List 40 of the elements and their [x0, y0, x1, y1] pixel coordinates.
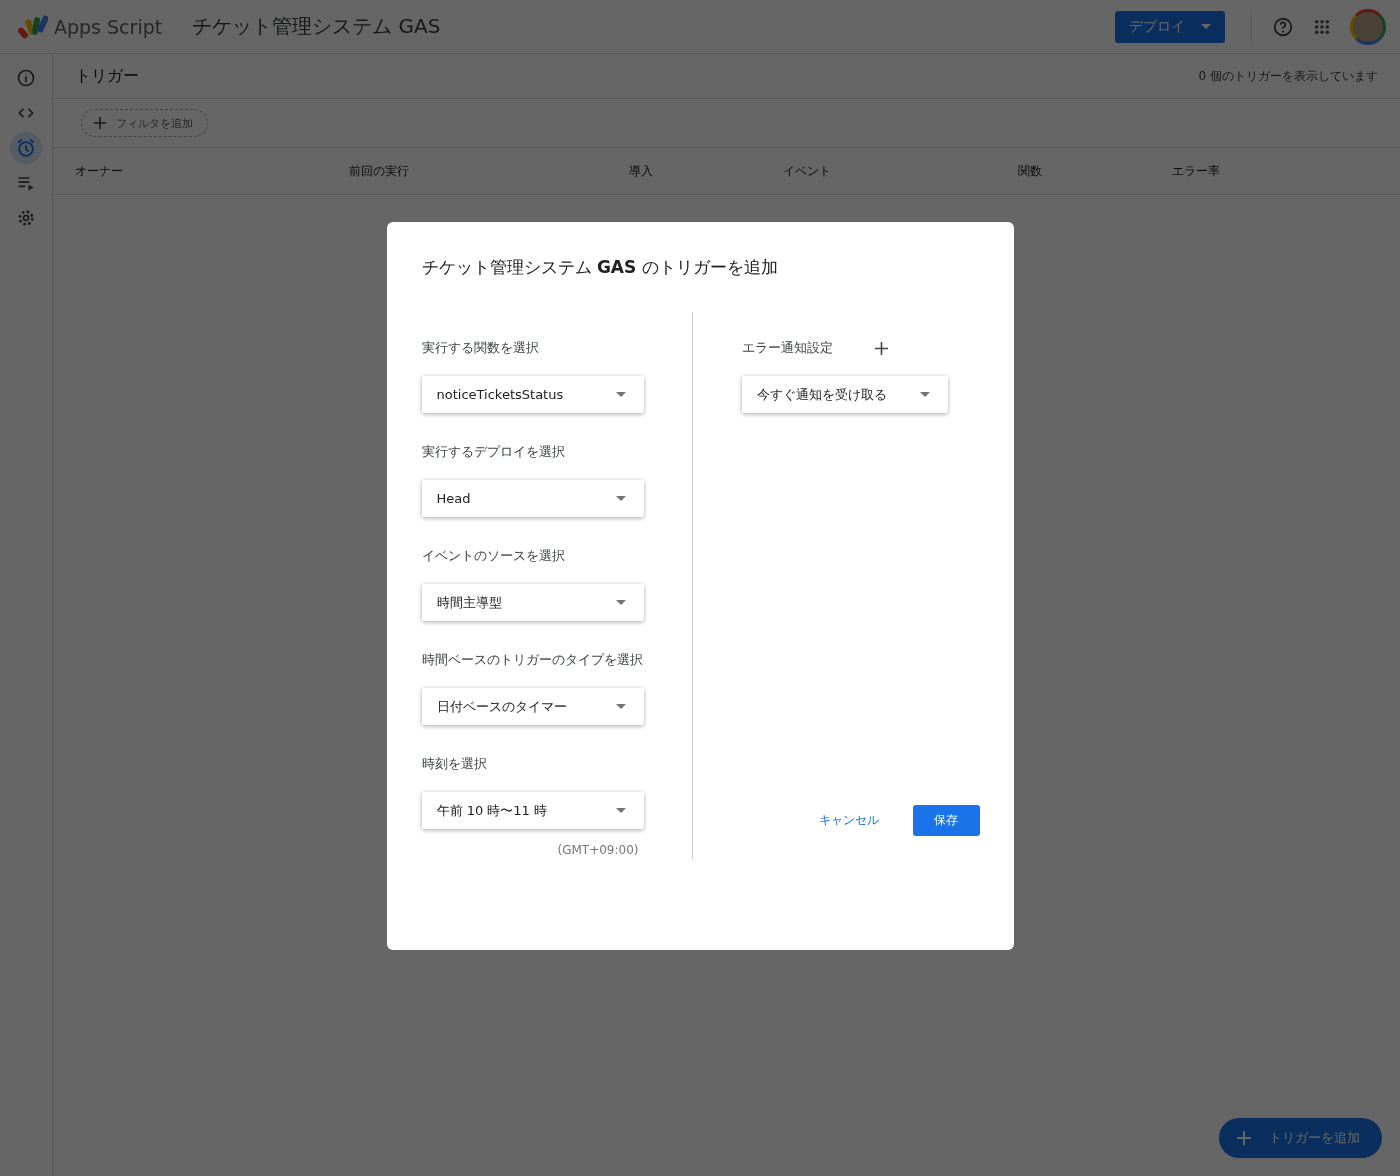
field-label: エラー通知設定 [741, 339, 833, 357]
avatar[interactable] [1350, 8, 1386, 45]
plus-icon[interactable] [874, 341, 888, 355]
dialog-title: チケット管理システム GAS のトリガーを追加 [421, 256, 779, 279]
dropdown[interactable]: Head [421, 480, 644, 517]
field-label: 実行する関数を選択 [421, 339, 540, 357]
plus-icon [1237, 1131, 1251, 1145]
caret-icon [1201, 24, 1211, 29]
product-name: Apps Script [54, 15, 163, 38]
dropdown[interactable]: 午前 10 時〜11 時 [421, 792, 644, 829]
column-header: 前回の実行 [349, 162, 409, 180]
dropdown[interactable]: noticeTicketsStatus [421, 376, 644, 413]
help-icon[interactable] [1272, 15, 1294, 38]
field-label: 実行するデプロイを選択 [421, 443, 566, 461]
dropdown[interactable]: 時間主導型 [421, 584, 644, 621]
alarm-clock-icon[interactable] [10, 132, 42, 164]
caret-icon [615, 392, 626, 397]
caret-icon [919, 392, 930, 397]
column-header: オーナー [75, 162, 123, 180]
field-label: 時刻を選択 [421, 755, 488, 773]
caret-icon [615, 704, 626, 709]
apps-grid-icon[interactable] [1314, 18, 1330, 35]
trigger-count: 0 個のトリガーを表示しています [1198, 67, 1378, 85]
save-button[interactable]: 保存 [912, 805, 980, 836]
column-header: エラー率 [1172, 162, 1220, 180]
field-label: 時間ベースのトリガーのタイプを選択 [421, 651, 644, 669]
logo-icon [18, 14, 48, 39]
timezone-note: (GMT+09:00) [557, 843, 639, 857]
dropdown[interactable]: 今すぐ通知を受け取る [741, 376, 948, 413]
plus-icon [94, 117, 106, 129]
column-header: 関数 [1018, 162, 1042, 180]
caret-icon [615, 496, 626, 501]
caret-icon [615, 600, 626, 605]
field-label: イベントのソースを選択 [421, 547, 566, 565]
column-header: イベント [783, 162, 831, 180]
caret-icon [615, 808, 626, 813]
dropdown[interactable]: 日付ベースのタイマー [421, 688, 644, 725]
page-title: トリガー [75, 65, 139, 87]
column-header: 導入 [629, 162, 653, 180]
cancel-button[interactable]: キャンセル [804, 804, 893, 837]
